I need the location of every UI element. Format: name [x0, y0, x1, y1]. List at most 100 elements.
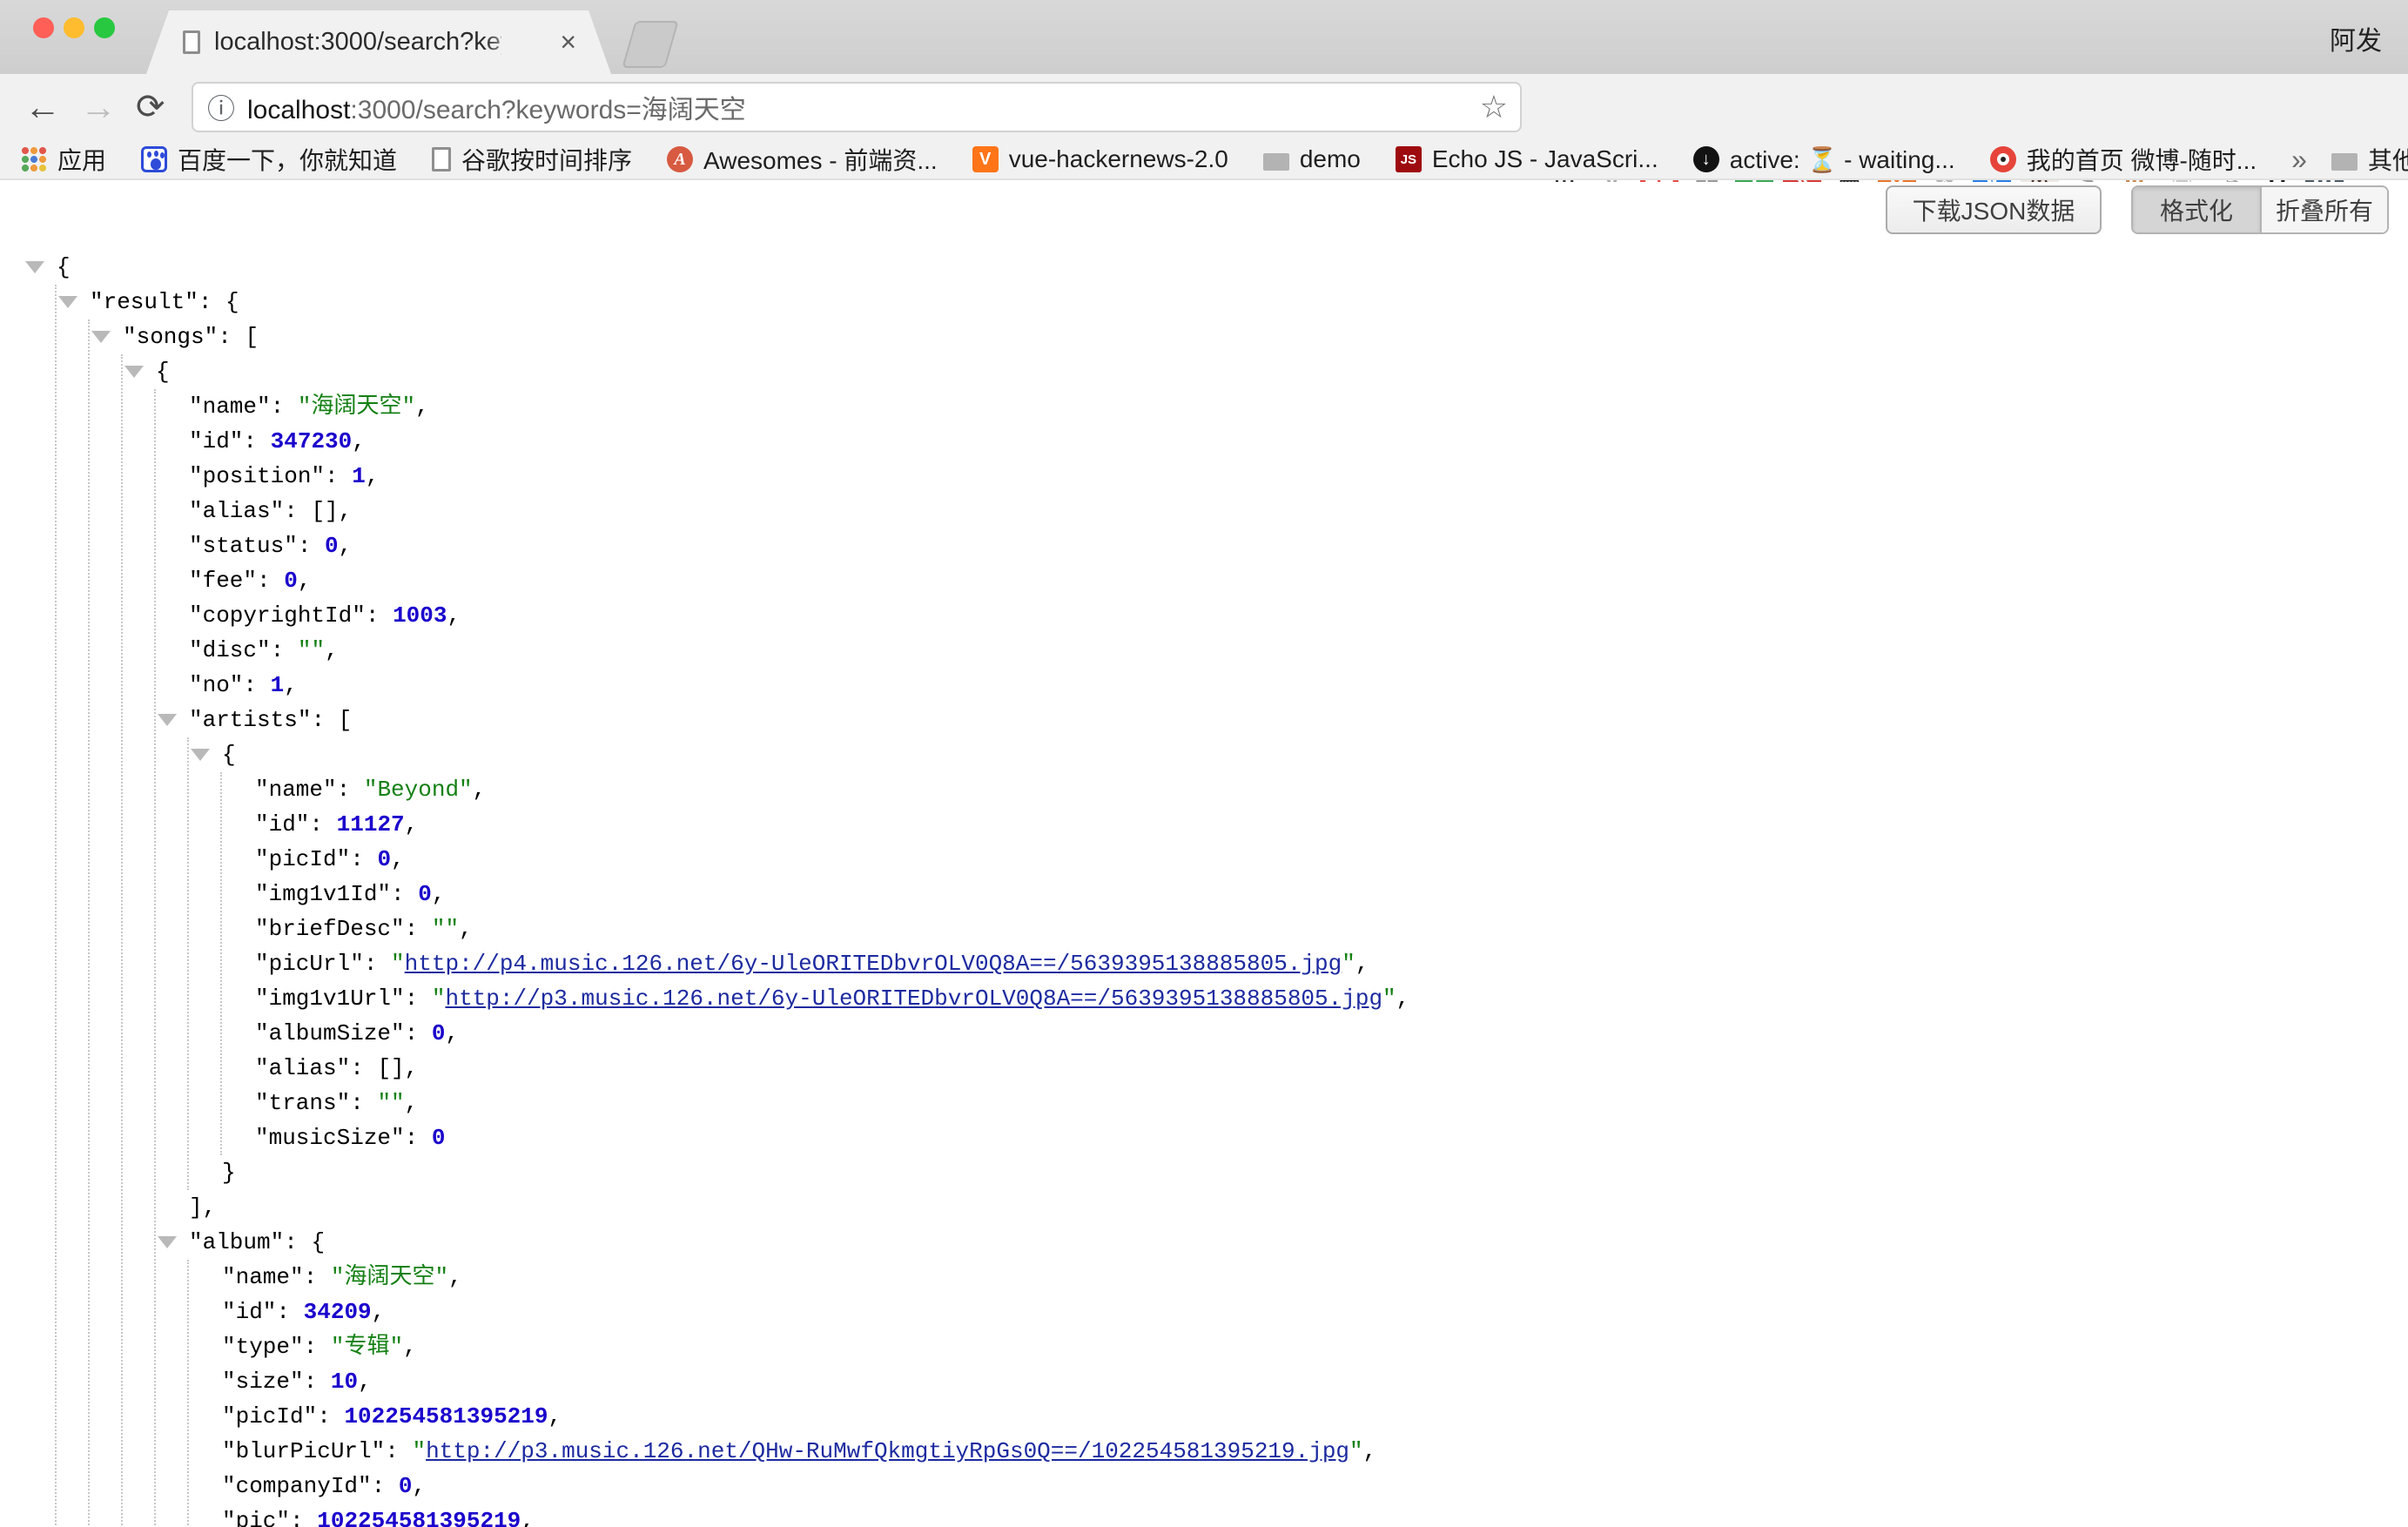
json-line: "alias": [], — [156, 494, 2408, 528]
bookmarks-overflow-chevron-icon[interactable]: » — [2291, 144, 2307, 176]
json-line: "pic": 102254581395219, — [189, 1503, 2408, 1527]
json-key: "alias" — [189, 498, 284, 524]
json-string-value: "" — [432, 916, 459, 942]
json-key: "songs" — [123, 324, 218, 350]
bookmark-item[interactable]: AAwesomes - 前端资... — [667, 142, 938, 177]
bookmark-item[interactable]: Vvue-hackernews-2.0 — [972, 145, 1228, 173]
url-path: :3000/search?keywords=海阔天空 — [350, 96, 745, 124]
json-key: "name" — [222, 1264, 304, 1290]
tab-close-icon[interactable]: × — [560, 26, 576, 58]
json-key: "briefDesc" — [255, 916, 405, 942]
json-line: "type": "专辑", — [189, 1329, 2408, 1364]
json-url-link[interactable]: http://p4.music.126.net/6y-UleORITEDbvrO… — [405, 951, 1342, 977]
awesomes-icon: A — [667, 146, 693, 172]
json-number-value: 34209 — [304, 1299, 372, 1325]
minimize-window-button[interactable] — [64, 17, 84, 38]
collapse-toggle-icon[interactable] — [91, 331, 111, 343]
json-line: "musicSize": 0 — [222, 1120, 2408, 1155]
page-content: 下载JSON数据 格式化 折叠所有 {"result": {"songs": [… — [0, 182, 2408, 1527]
new-tab-button[interactable] — [622, 21, 678, 68]
json-line: { — [24, 250, 2408, 285]
json-number-value: 0 — [432, 1020, 446, 1046]
other-bookmarks-folder[interactable]: 其他书签 — [2331, 142, 2408, 177]
json-line: "id": 347230, — [156, 424, 2408, 459]
tab-title: localhost:3000/search?keywor — [214, 28, 501, 57]
json-key: "img1v1Id" — [255, 881, 391, 907]
forward-button[interactable]: → — [80, 83, 117, 131]
json-line: "id": 34209, — [189, 1295, 2408, 1329]
collapse-toggle-icon[interactable] — [124, 366, 144, 378]
collapse-toggle-icon[interactable] — [25, 261, 44, 273]
reload-button[interactable]: ⟳ — [136, 83, 165, 131]
json-url-link[interactable]: http://p3.music.126.net/6y-UleORITEDbvrO… — [445, 985, 1382, 1012]
folder-icon — [1263, 153, 1289, 171]
bookmark-item[interactable]: 百度一下，你就知道 — [141, 142, 397, 177]
json-key: "status" — [189, 533, 298, 559]
json-line: "albumSize": 0, — [222, 1016, 2408, 1051]
profile-name[interactable]: 阿发 — [2330, 19, 2382, 57]
bookmark-item[interactable]: ↓active: ⏳ - waiting... — [1693, 145, 1955, 174]
bookmark-item[interactable]: 我的首页 微博-随时... — [1990, 142, 2257, 177]
json-line: "img1v1Url": "http://p3.music.126.net/6y… — [222, 981, 2408, 1016]
json-line: "picId": 102254581395219, — [189, 1399, 2408, 1434]
json-number-value: 1 — [271, 672, 285, 698]
json-string-value: "专辑" — [331, 1334, 403, 1360]
bookmark-item[interactable]: 谷歌按时间排序 — [432, 142, 632, 177]
json-children: {"name": "海阔天空","id": 347230,"position":… — [121, 354, 2408, 1527]
zoom-window-button[interactable] — [94, 17, 115, 38]
json-line: } — [189, 1155, 2408, 1190]
folder-icon — [2331, 153, 2358, 171]
tab-bar: localhost:3000/search?keywor × 阿发 — [0, 0, 2408, 74]
tab-title-fade — [484, 23, 536, 63]
json-line: "id": 11127, — [222, 807, 2408, 842]
json-number-value: 10 — [331, 1369, 358, 1395]
json-url-link[interactable]: http://p3.music.126.net/QHw-RuMwfQkmgtiy… — [426, 1438, 1349, 1464]
bookmark-star-icon[interactable]: ☆ — [1480, 89, 1508, 125]
collapse-toggle-icon[interactable] — [158, 714, 177, 726]
json-key: "id" — [189, 428, 243, 454]
json-key: "alias" — [255, 1055, 350, 1081]
json-line: "no": 1, — [156, 668, 2408, 703]
collapse-toggle-icon[interactable] — [191, 749, 210, 761]
json-key: "position" — [189, 463, 325, 489]
bookmark-item[interactable]: 应用 — [21, 142, 106, 177]
json-key: "img1v1Url" — [255, 985, 405, 1012]
json-children: "name": "Beyond","id": 11127,"picId": 0,… — [220, 772, 2408, 1155]
json-key: "album" — [189, 1229, 284, 1255]
window-controls — [33, 17, 115, 38]
collapse-toggle-icon[interactable] — [58, 296, 77, 308]
json-line: "position": 1, — [156, 459, 2408, 494]
json-line: { — [123, 354, 2408, 389]
collapse-toggle-icon[interactable] — [158, 1236, 177, 1248]
back-button[interactable]: ← — [24, 83, 61, 131]
bookmark-label: 百度一下，你就知道 — [178, 142, 397, 177]
address-bar[interactable]: ⓘ localhost:3000/search?keywords=海阔天空 ☆ — [192, 82, 1522, 132]
json-string-value: "http://p3.music.126.net/QHw-RuMwfQkmgti… — [412, 1438, 1362, 1464]
json-key: "id" — [255, 811, 309, 837]
json-children: "name": "海阔天空","id": 347230,"position": … — [154, 389, 2408, 1527]
browser-tab[interactable]: localhost:3000/search?keywor × — [146, 10, 611, 74]
json-key: "name" — [255, 777, 337, 803]
bookmark-label: 谷歌按时间排序 — [461, 142, 632, 177]
json-string-value: "" — [298, 637, 325, 663]
bookmark-item[interactable]: demo — [1263, 145, 1361, 173]
json-number-value: 0 — [399, 1473, 413, 1499]
json-line: "briefDesc": "", — [222, 911, 2408, 946]
json-number-value: 102254581395219 — [344, 1403, 548, 1429]
json-key: "no" — [189, 672, 243, 698]
json-number-value: 11127 — [337, 811, 405, 837]
other-bookmarks-label: 其他书签 — [2368, 142, 2408, 177]
json-key: "pic" — [222, 1508, 290, 1527]
json-string-value: "http://p3.music.126.net/6y-UleORITEDbvr… — [432, 985, 1396, 1012]
json-number-value: 0 — [432, 1125, 446, 1151]
json-children: "songs": [{"name": "海阔天空","id": 347230,"… — [88, 320, 2408, 1527]
bookmark-label: demo — [1300, 145, 1361, 173]
close-window-button[interactable] — [33, 17, 54, 38]
json-line: "disc": "", — [156, 633, 2408, 668]
url-host: localhost — [247, 96, 350, 124]
tab-favicon-page-icon — [183, 30, 200, 54]
page-info-icon[interactable]: ⓘ — [207, 87, 235, 127]
json-key: "companyId" — [222, 1473, 372, 1499]
json-string-value: "Beyond" — [364, 777, 473, 803]
bookmark-item[interactable]: JSEcho JS - JavaScri... — [1396, 145, 1658, 173]
